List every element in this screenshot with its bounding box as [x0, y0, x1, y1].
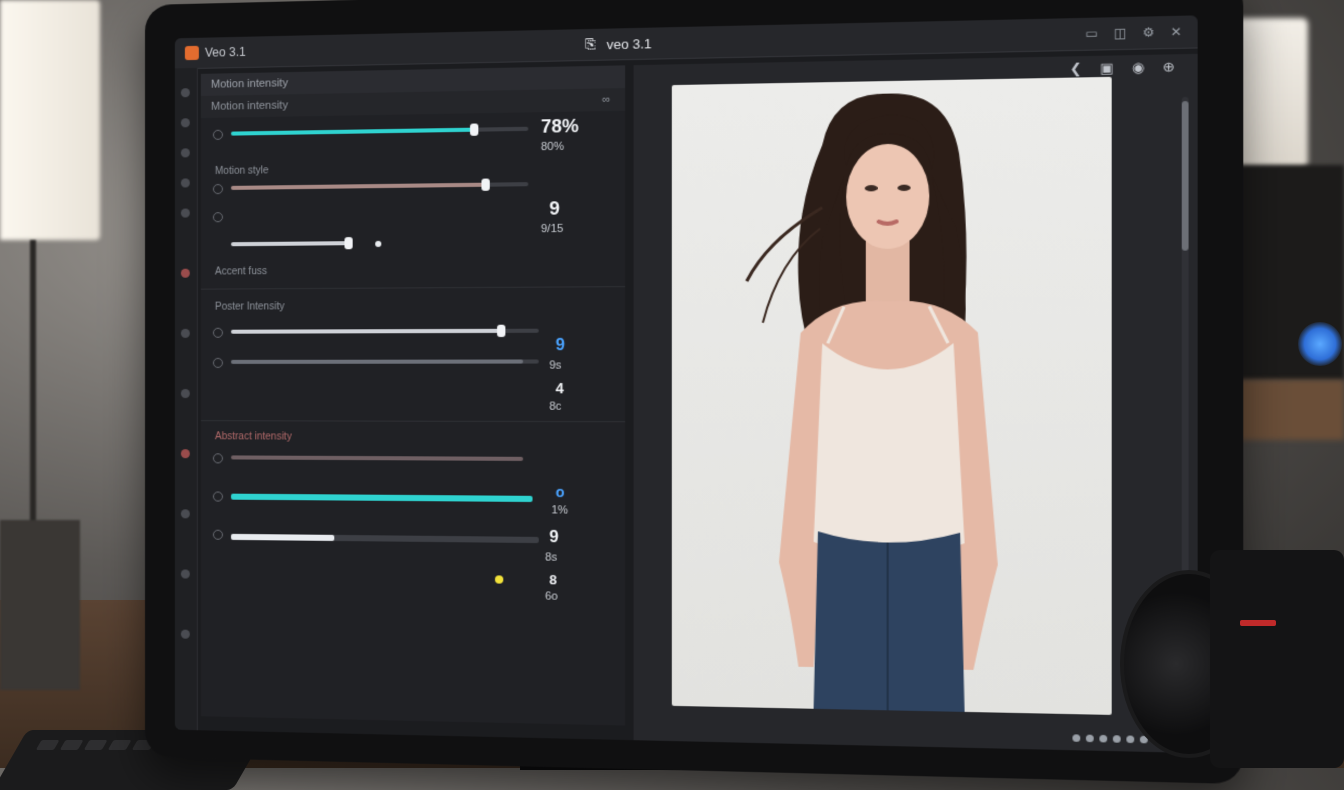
- tool-icon[interactable]: [181, 389, 190, 398]
- slider-knob[interactable]: [497, 325, 505, 337]
- abstract-white-slider[interactable]: [231, 534, 539, 543]
- tool-icon[interactable]: [181, 118, 190, 127]
- maximize-icon[interactable]: ◫: [1114, 25, 1127, 40]
- section-label: Motion style: [215, 165, 269, 177]
- tool-icon[interactable]: [181, 148, 190, 157]
- value-small: 9/15: [541, 223, 563, 236]
- preview-image[interactable]: [672, 77, 1112, 715]
- settings-panel: Motion intensity Motion intensity ∞ 78% …: [201, 65, 625, 725]
- section-label: Abstract intensity: [215, 431, 292, 442]
- poster-secondary-slider[interactable]: [231, 359, 539, 363]
- layers-icon[interactable]: ▣: [1100, 60, 1114, 77]
- softbox-light-left: [0, 0, 100, 240]
- highlight-dot[interactable]: [495, 575, 503, 583]
- tool-icon[interactable]: [181, 269, 190, 278]
- back-icon[interactable]: ❮: [1070, 60, 1082, 77]
- slider-fill: [231, 241, 349, 246]
- scrollbar-thumb[interactable]: [1182, 101, 1189, 251]
- page-dot[interactable]: [1072, 734, 1080, 742]
- bullet-icon: [213, 328, 223, 338]
- tool-icon[interactable]: [181, 569, 190, 578]
- value-big: 9: [549, 198, 560, 220]
- value-small: 6o: [545, 590, 558, 602]
- abstract-section: Abstract intensity o 1% 9 8s 8 6o: [201, 421, 625, 608]
- minimize-icon[interactable]: ▭: [1085, 26, 1098, 41]
- preview-viewport: ❮ ▣ ◉ ⊕: [634, 54, 1198, 753]
- page-dot[interactable]: [1099, 735, 1107, 743]
- bullet-icon: [213, 491, 223, 501]
- motion-style-slider[interactable]: [231, 182, 528, 190]
- motion-section: 78% 80% Motion style 9 9/15 Accent fuss: [201, 111, 625, 290]
- blue-light: [1298, 322, 1342, 366]
- value-small: 1%: [551, 504, 568, 516]
- abstract-slider[interactable]: [231, 455, 539, 461]
- window-controls: ▭ ◫ ⚙ ✕: [1085, 24, 1181, 41]
- value-big: 9: [556, 337, 565, 356]
- slider-fill: [231, 455, 523, 461]
- camera-body: [1210, 550, 1344, 768]
- tool-strip: [175, 68, 198, 730]
- app-name: Veo 3.1: [205, 45, 246, 60]
- document-title: ⎘ veo 3.1: [585, 35, 652, 53]
- camera-icon[interactable]: ◉: [1132, 59, 1145, 76]
- page-dot[interactable]: [1086, 735, 1094, 743]
- slider-knob[interactable]: [470, 123, 478, 135]
- value-small: 8c: [549, 401, 561, 413]
- poster-section: Poster Intensity 9 9s 4 8c: [201, 287, 625, 422]
- bullet-icon: [213, 212, 223, 222]
- value-big: 8: [549, 572, 557, 587]
- value-small: 9s: [549, 359, 561, 371]
- value-big: 4: [556, 380, 564, 396]
- bullet-icon: [213, 358, 223, 368]
- slider-knob[interactable]: [482, 179, 490, 191]
- viewport-toolbar: ❮ ▣ ◉ ⊕: [1070, 59, 1175, 78]
- slider-fill: [231, 359, 523, 363]
- bullet-icon: [213, 184, 223, 194]
- close-icon[interactable]: ✕: [1170, 24, 1181, 39]
- slider-fill: [231, 128, 474, 136]
- value-big: 9: [549, 529, 558, 548]
- value-big: o: [556, 484, 565, 501]
- abstract-teal-slider[interactable]: [231, 494, 539, 502]
- slider-fill: [231, 329, 501, 334]
- marker-dot: [375, 241, 381, 247]
- bullet-icon: [213, 130, 223, 140]
- tool-icon[interactable]: [181, 509, 190, 518]
- tool-icon[interactable]: [181, 630, 190, 639]
- section-label: Poster Intensity: [215, 301, 284, 312]
- slider-fill: [231, 534, 334, 541]
- slider-fill: [231, 494, 533, 502]
- tool-icon[interactable]: [181, 178, 190, 187]
- poster-slider[interactable]: [231, 329, 539, 334]
- camera: [1120, 550, 1344, 768]
- value-small: 80%: [541, 141, 564, 154]
- slider-fill: [231, 183, 486, 190]
- monitor: Veo 3.1 ⎘ veo 3.1 ▭ ◫ ⚙ ✕ Motion intensi…: [145, 0, 1243, 784]
- file-icon: ⎘: [585, 36, 596, 53]
- model-photo: [672, 77, 1112, 715]
- side-box: [0, 520, 80, 690]
- app-logo-icon: [185, 46, 199, 60]
- link-icon[interactable]: ∞: [602, 93, 610, 106]
- globe-icon[interactable]: ⊕: [1163, 59, 1175, 76]
- motion-intensity-slider[interactable]: [231, 127, 528, 136]
- tool-icon[interactable]: [181, 329, 190, 338]
- tool-icon[interactable]: [181, 208, 190, 217]
- tool-icon[interactable]: [181, 449, 190, 458]
- settings-icon[interactable]: ⚙: [1142, 25, 1154, 40]
- value-big: 78%: [541, 116, 579, 138]
- tool-icon[interactable]: [181, 88, 190, 97]
- camera-red-accent: [1240, 620, 1276, 626]
- value-small: 8s: [545, 551, 557, 563]
- bullet-icon: [213, 530, 223, 540]
- app-window: Veo 3.1 ⎘ veo 3.1 ▭ ◫ ⚙ ✕ Motion intensi…: [175, 15, 1198, 753]
- section-label: Accent fuss: [215, 266, 267, 277]
- slider-knob[interactable]: [344, 237, 352, 249]
- bullet-icon: [213, 453, 223, 463]
